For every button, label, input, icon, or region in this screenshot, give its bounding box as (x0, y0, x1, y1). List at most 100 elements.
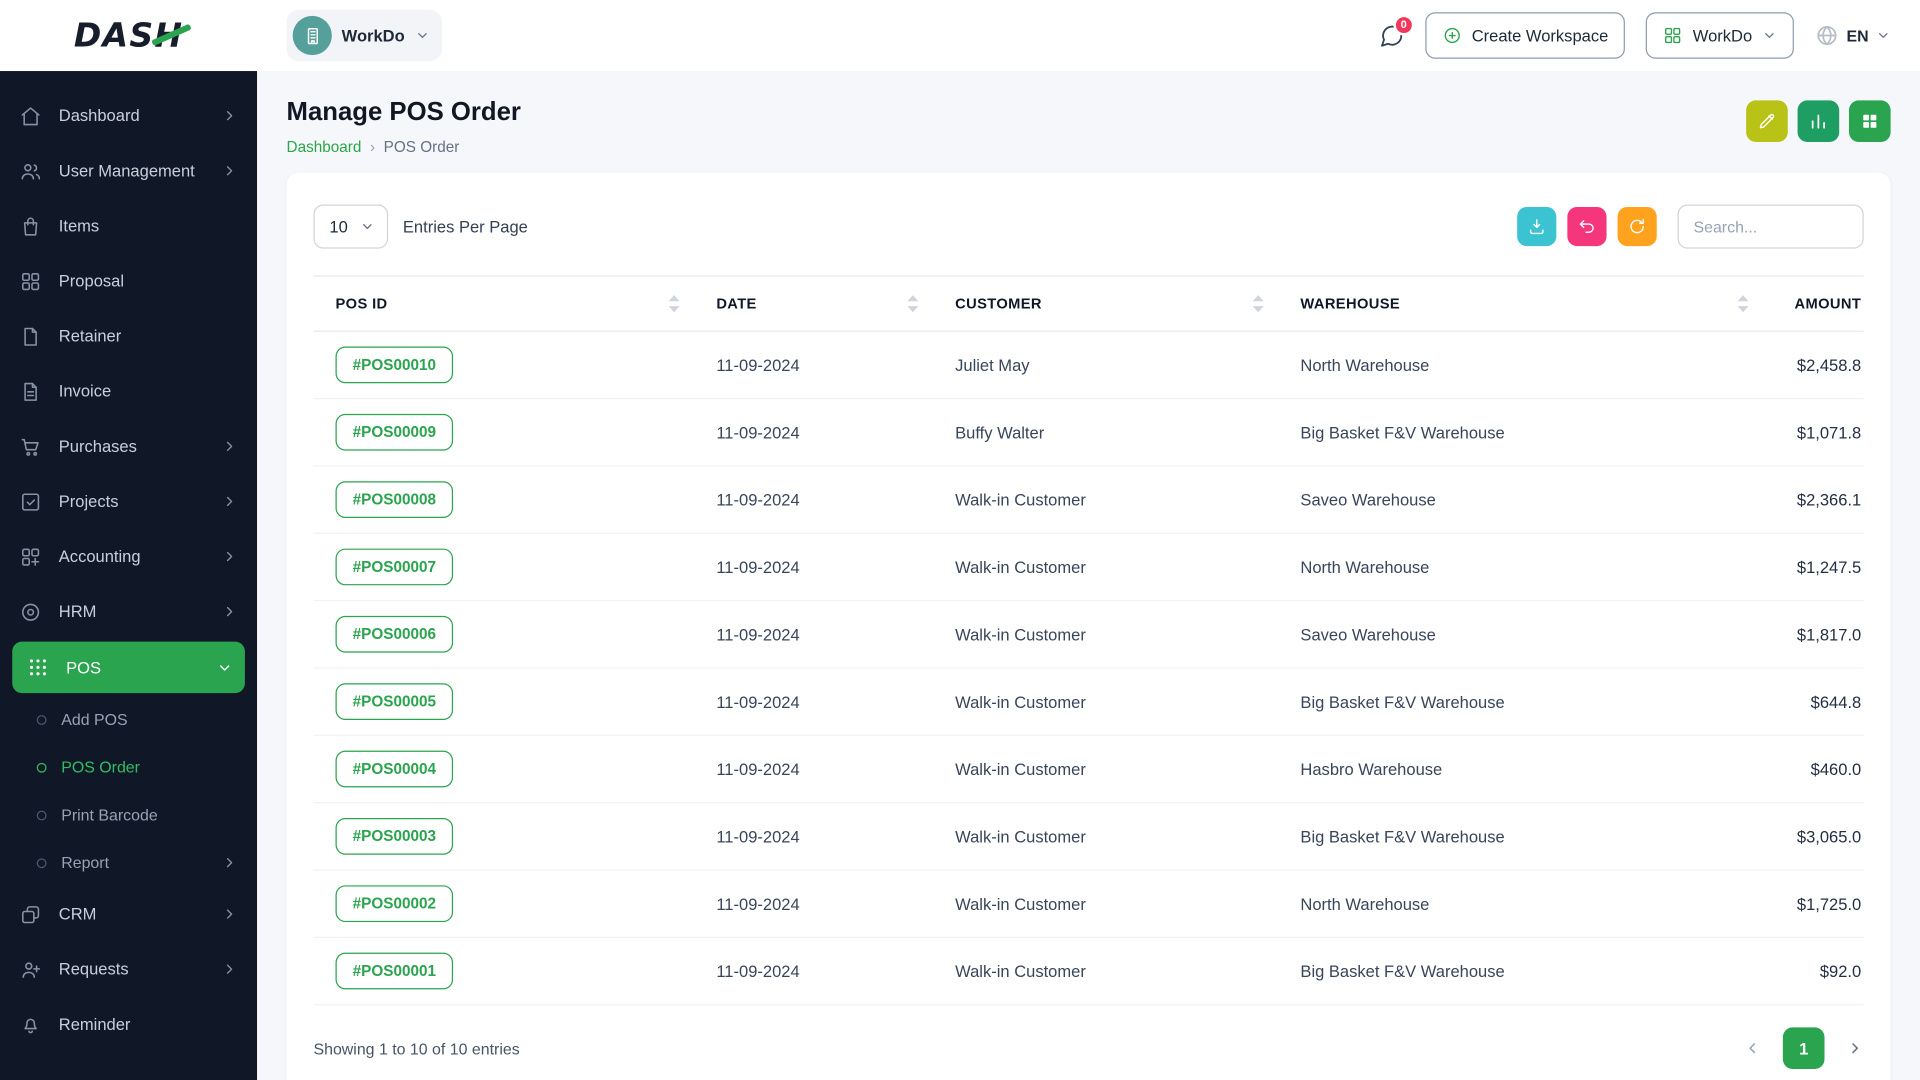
date-cell: 11-09-2024 (694, 558, 933, 576)
pos-id-badge[interactable]: #POS00001 (336, 953, 454, 990)
bullet-icon (37, 858, 47, 868)
sidebar-subitem-print-barcode[interactable]: Print Barcode (0, 791, 257, 839)
date-cell: 11-09-2024 (694, 423, 933, 441)
export-button[interactable] (1517, 207, 1556, 246)
column-header-customer[interactable]: CUSTOMER (933, 295, 1278, 312)
sidebar-item-items[interactable]: Items (0, 198, 257, 253)
report-button[interactable] (1798, 100, 1840, 142)
chevron-right-icon (222, 549, 238, 565)
sidebar-subitem-pos-order[interactable]: POS Order (0, 743, 257, 791)
sidebar-item-label: Invoice (59, 382, 238, 400)
customer-cell: Juliet May (933, 356, 1278, 374)
blocks-icon (20, 546, 44, 568)
entries-per-page-select[interactable]: 10 (313, 204, 388, 248)
sidebar-item-label: Purchases (59, 437, 222, 455)
column-header-amount[interactable]: AMOUNT (1763, 295, 1863, 312)
warehouse-cell: Big Basket F&V Warehouse (1278, 423, 1763, 441)
sidebar-subitem-label: Print Barcode (61, 806, 237, 824)
pos-order-table: POS ID DATE CUSTOMER WAREHOUSE AMOUNT (313, 276, 1863, 1006)
table-toolbar: 10 Entries Per Page (313, 204, 1863, 248)
sidebar-item-dashboard[interactable]: Dashboard (0, 88, 257, 143)
sidebar-subitem-report[interactable]: Report (0, 839, 257, 887)
sidebar-item-invoice[interactable]: Invoice (0, 364, 257, 419)
chevron-right-icon (222, 438, 238, 454)
column-label: DATE (716, 295, 756, 312)
customer-cell: Walk-in Customer (933, 894, 1278, 912)
workspace-dropdown-button[interactable]: WorkDo (1646, 12, 1794, 59)
date-cell: 11-09-2024 (694, 827, 933, 845)
bullet-icon (37, 714, 47, 724)
table-row: #POS00002 11-09-2024 Walk-in Customer No… (313, 871, 1863, 938)
customer-cell: Walk-in Customer (933, 692, 1278, 710)
create-workspace-button[interactable]: Create Workspace (1425, 12, 1625, 59)
download-icon (1527, 217, 1547, 237)
sidebar-item-proposal[interactable]: Proposal (0, 253, 257, 308)
pos-id-badge[interactable]: #POS00007 (336, 549, 454, 586)
pos-id-cell: #POS00003 (313, 818, 694, 855)
undo-icon (1577, 217, 1597, 237)
sidebar-subitem-label: POS Order (61, 758, 237, 776)
column-header-pos-id[interactable]: POS ID (313, 295, 694, 312)
pos-id-badge[interactable]: #POS00003 (336, 818, 454, 855)
messages-button[interactable]: 0 (1379, 23, 1405, 49)
chart-icon (1809, 111, 1829, 131)
warehouse-cell: North Warehouse (1278, 894, 1763, 912)
column-header-warehouse[interactable]: WAREHOUSE (1278, 295, 1763, 312)
sidebar-item-pos[interactable]: POS (12, 642, 245, 693)
customer-cell: Walk-in Customer (933, 962, 1278, 980)
chevron-right-icon (222, 906, 238, 922)
check-square-icon (20, 490, 44, 512)
chevron-right-icon (222, 108, 238, 124)
pos-id-badge[interactable]: #POS00005 (336, 683, 454, 720)
pos-id-badge[interactable]: #POS00006 (336, 616, 454, 653)
sidebar-item-accounting[interactable]: Accounting (0, 529, 257, 584)
date-cell: 11-09-2024 (694, 490, 933, 508)
sidebar-item-requests[interactable]: Requests (0, 942, 257, 997)
pos-id-badge[interactable]: #POS00008 (336, 481, 454, 518)
date-cell: 11-09-2024 (694, 962, 933, 980)
previous-page-button[interactable] (1744, 1040, 1761, 1057)
sort-icon (907, 295, 918, 312)
grid-view-button[interactable] (1849, 100, 1891, 142)
pos-id-badge[interactable]: #POS00004 (336, 751, 454, 788)
sidebar-item-label: User Management (59, 162, 222, 180)
sidebar-item-label: Items (59, 217, 238, 235)
sidebar-item-label: Requests (59, 960, 222, 978)
search-input[interactable] (1678, 204, 1864, 248)
pos-id-badge[interactable]: #POS00010 (336, 347, 454, 384)
bag-icon (20, 215, 44, 237)
refresh-button[interactable] (1618, 207, 1657, 246)
sidebar-item-crm[interactable]: CRM (0, 887, 257, 942)
page-number-button[interactable]: 1 (1783, 1027, 1825, 1069)
pos-id-badge[interactable]: #POS00002 (336, 885, 454, 922)
sidebar-item-label: Retainer (59, 327, 238, 345)
next-page-button[interactable] (1847, 1040, 1864, 1057)
app-logo[interactable]: DASH (0, 17, 257, 55)
warehouse-cell: Big Basket F&V Warehouse (1278, 827, 1763, 845)
sidebar-item-reminder[interactable]: Reminder (0, 997, 257, 1052)
column-header-date[interactable]: DATE (694, 295, 933, 312)
amount-cell: $1,247.5 (1763, 558, 1863, 576)
cart-icon (20, 435, 44, 457)
edit-button[interactable] (1746, 100, 1788, 142)
logo-text: DASH (74, 17, 183, 55)
undo-button[interactable] (1567, 207, 1606, 246)
sidebar-item-hrm[interactable]: HRM (0, 584, 257, 639)
sidebar-subitem-add-pos[interactable]: Add POS (0, 696, 257, 744)
sidebar-item-retainer[interactable]: Retainer (0, 309, 257, 364)
table-row: #POS00001 11-09-2024 Walk-in Customer Bi… (313, 938, 1863, 1005)
date-cell: 11-09-2024 (694, 894, 933, 912)
pos-id-cell: #POS00002 (313, 885, 694, 922)
breadcrumb-separator: › (370, 138, 375, 155)
sidebar-item-user-management[interactable]: User Management (0, 143, 257, 198)
amount-cell: $460.0 (1763, 760, 1863, 778)
breadcrumb-dashboard-link[interactable]: Dashboard (287, 138, 362, 155)
sidebar-item-projects[interactable]: Projects (0, 474, 257, 529)
sidebar-item-purchases[interactable]: Purchases (0, 419, 257, 474)
language-selector[interactable]: EN (1815, 23, 1891, 47)
amount-cell: $2,458.8 (1763, 356, 1863, 374)
sidebar-item-label: Proposal (59, 272, 238, 290)
workspace-selector[interactable]: WorkDo (287, 10, 442, 61)
pos-id-badge[interactable]: #POS00009 (336, 414, 454, 451)
table-row: #POS00007 11-09-2024 Walk-in Customer No… (313, 534, 1863, 601)
